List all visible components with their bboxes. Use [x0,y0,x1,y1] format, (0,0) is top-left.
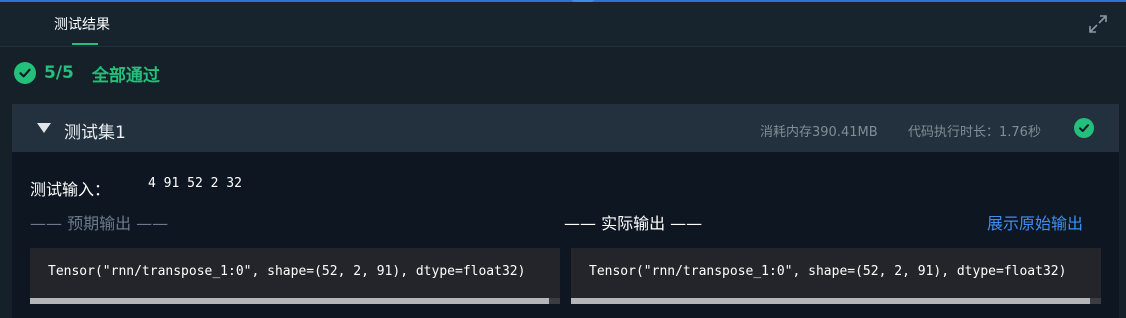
expected-output-title: —— 预期输出 —— [30,214,169,233]
pass-status: 全部通过 [91,65,160,86]
pass-count: 5/5 [44,63,74,83]
caret-down-icon[interactable] [37,123,51,133]
test-summary: 5/5 全部通过 [14,60,160,86]
test-case-header[interactable]: 测试集1 消耗内存390.41MB 代码执行时长：1.76秒 [12,104,1119,152]
result-panel-header: 测试结果 [0,2,1126,47]
active-tab-indicator [72,43,98,45]
check-circle-icon [14,62,36,84]
test-input-label: 测试输入： [30,180,111,199]
actual-scroll-thumb[interactable] [571,298,1091,304]
expected-output-scrollbar[interactable] [30,298,560,304]
actual-output-box: Tensor("rnn/transpose_1:0", shape=(52, 2… [571,248,1101,304]
expected-scroll-thumb[interactable] [30,298,550,304]
test-case-title: 测试集1 [64,123,126,143]
tab-test-results[interactable]: 测试结果 [54,14,110,34]
show-raw-output-link[interactable]: 展示原始输出 [987,210,1083,234]
memory-usage: 消耗内存390.41MB [760,125,878,140]
actual-output-title: —— 实际输出 —— [564,214,703,233]
expected-output-box: Tensor("rnn/transpose_1:0", shape=(52, 2… [30,248,560,304]
actual-output-scrollbar[interactable] [571,298,1101,304]
actual-output-text: Tensor("rnn/transpose_1:0", shape=(52, 2… [589,264,1067,279]
expected-output-text: Tensor("rnn/transpose_1:0", shape=(52, 2… [48,264,526,279]
test-input-value: 4 91 52 2 32 [148,176,242,191]
expand-icon[interactable] [1088,14,1108,34]
execution-time: 代码执行时长：1.76秒 [908,125,1041,140]
test-passed-check-icon [1074,118,1094,138]
test-case-body: 测试输入： 4 91 52 2 32 —— 预期输出 —— —— 实际输出 ——… [12,152,1119,318]
